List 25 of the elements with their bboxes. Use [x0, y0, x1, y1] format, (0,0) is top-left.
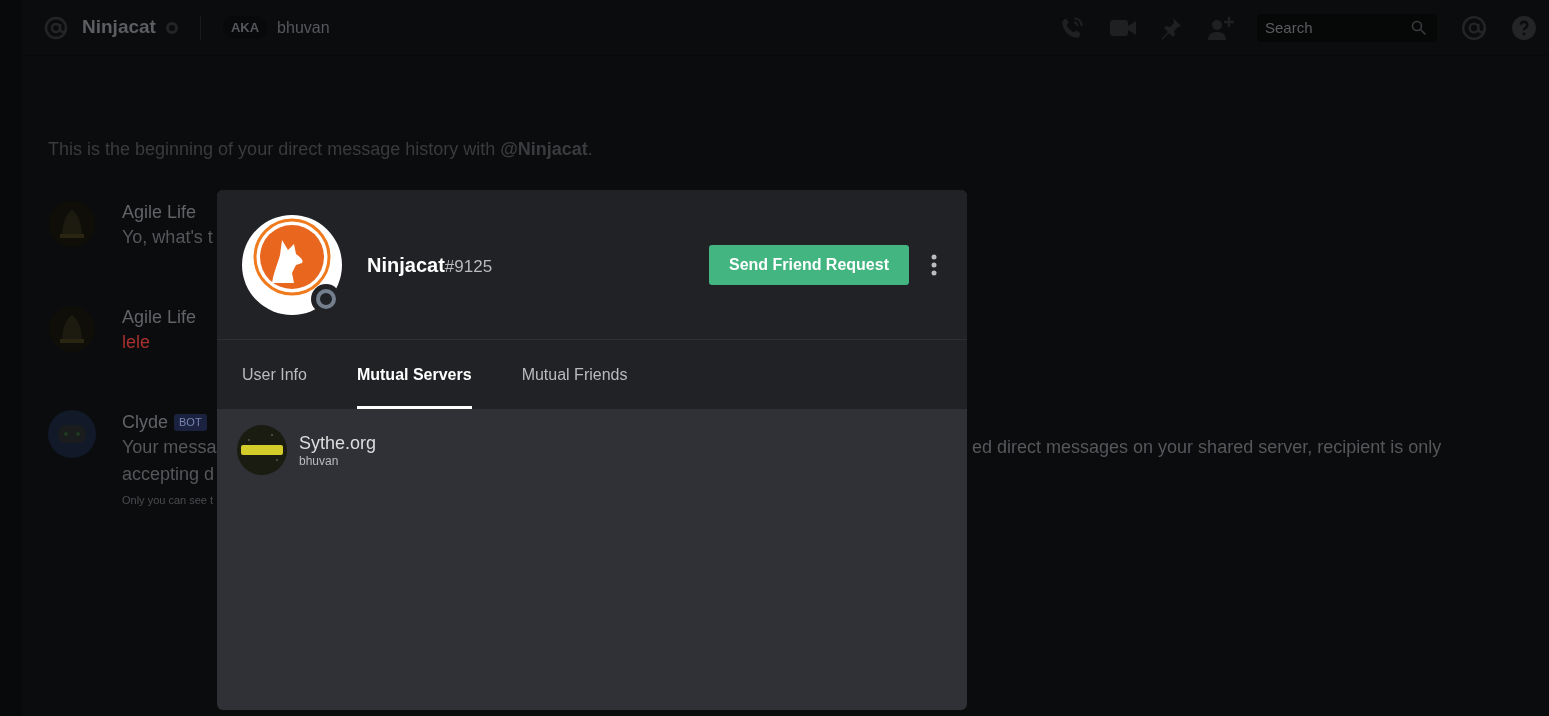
channel-name: Ninjacat: [82, 15, 156, 40]
server-name[interactable]: Sythe.org: [299, 432, 377, 454]
robot-avatar-icon: [48, 410, 96, 458]
search-field[interactable]: Search: [1257, 13, 1437, 42]
ephemeral-note: Only you can see t: [122, 493, 215, 508]
search-icon: [1411, 19, 1427, 36]
server-nickname: bhuvan: [299, 454, 340, 468]
mention-icon[interactable]: [1461, 14, 1487, 41]
user-tag: #9125: [444, 253, 493, 279]
server-icon[interactable]: [237, 425, 287, 475]
profile-tab[interactable]: Mutual Friends: [521, 340, 628, 409]
aka-label: AKA: [222, 15, 268, 40]
profile-tab[interactable]: Mutual Servers: [356, 340, 472, 409]
user-name: Ninjacat: [367, 252, 445, 278]
aka-name: bhuvan: [277, 17, 330, 38]
more-options-icon[interactable]: [931, 253, 937, 276]
message-text: accepting d: [122, 463, 214, 486]
message-text: Yo, what's t: [122, 226, 214, 249]
at-icon: [44, 15, 68, 40]
status-icon: [165, 21, 178, 34]
message-text: ed direct messages on your shared server, recipient is only: [972, 436, 1442, 459]
help-icon[interactable]: [1511, 14, 1537, 41]
profile-tab[interactable]: User Info: [242, 340, 307, 409]
bot-tag: BOT: [174, 413, 207, 431]
message-text: lele: [122, 331, 152, 354]
